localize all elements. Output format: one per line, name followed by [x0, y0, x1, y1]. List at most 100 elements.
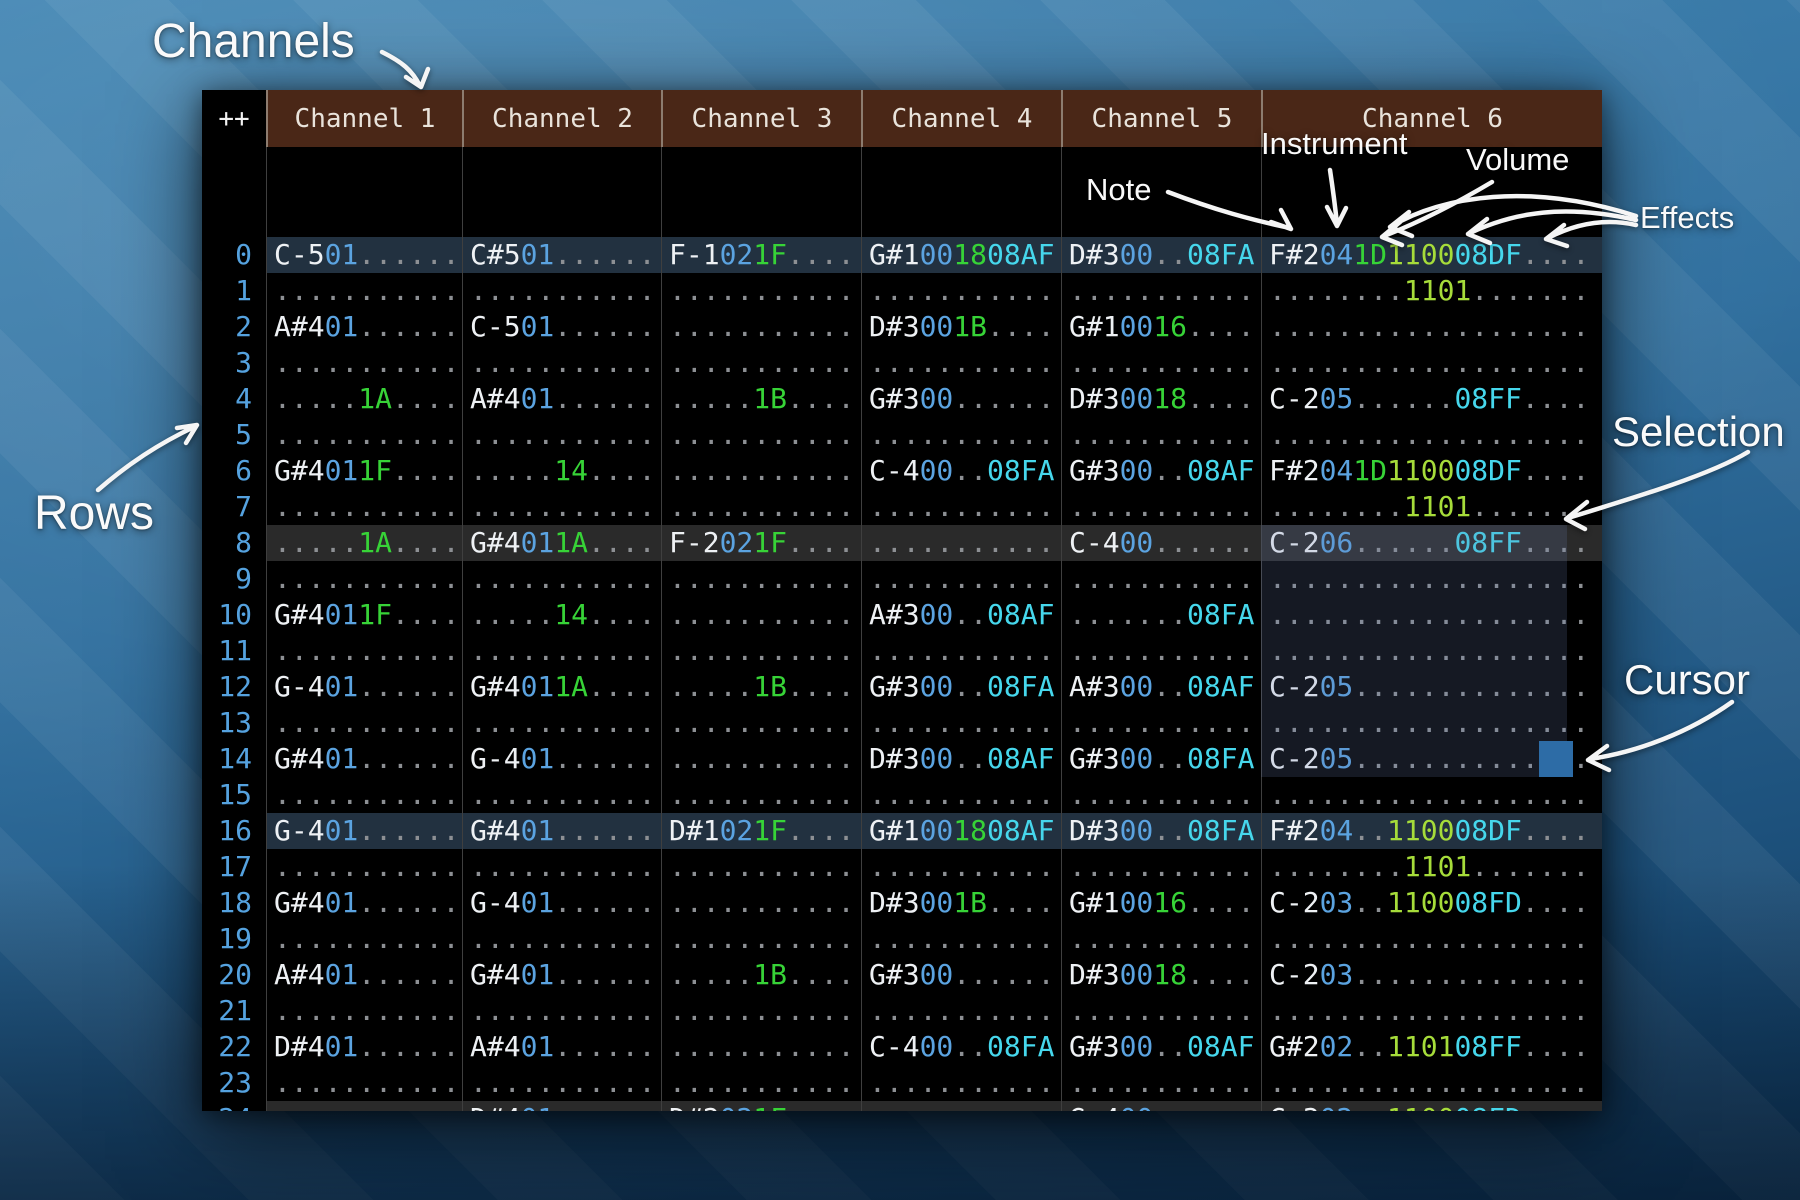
pattern-row[interactable]: 1.......................................… — [202, 273, 1602, 309]
pattern-cell-ch3[interactable]: .....1B.... — [661, 381, 861, 417]
pattern-row[interactable]: 4.....1A....A#401...........1B....G#300.… — [202, 381, 1602, 417]
pattern-cell-ch4[interactable]: G#1001808AF — [861, 237, 1061, 273]
pattern-row[interactable]: 21......................................… — [202, 993, 1602, 1029]
pattern-cell-ch2[interactable]: ........... — [462, 633, 661, 669]
pattern-cell-ch5[interactable]: G#10016.... — [1061, 885, 1261, 921]
channel-header-5[interactable]: Channel 5 — [1061, 90, 1261, 147]
pattern-cell-ch6[interactable]: ................... — [1261, 777, 1602, 813]
pattern-cell-ch5[interactable]: D#300..08FA — [1061, 813, 1261, 849]
pattern-cell-ch2[interactable]: ........... — [462, 417, 661, 453]
pattern-cell-ch3[interactable]: ........... — [661, 561, 861, 597]
pattern-cell-ch1[interactable]: .....1A.... — [266, 381, 462, 417]
pattern-cell-ch1[interactable]: G#401...... — [266, 741, 462, 777]
pattern-cell-ch3[interactable]: ........... — [661, 273, 861, 309]
pattern-cell-ch5[interactable]: ........... — [1061, 777, 1261, 813]
add-channel-button[interactable]: ++ — [202, 90, 266, 147]
pattern-cell-ch1[interactable]: D#401...... — [266, 1029, 462, 1065]
pattern-cell-ch6[interactable]: ................... — [1261, 309, 1602, 345]
pattern-cell-ch6[interactable]: ................... — [1261, 993, 1602, 1029]
pattern-cell-ch4[interactable]: ........... — [861, 345, 1061, 381]
pattern-cell-ch4[interactable]: ........... — [861, 705, 1061, 741]
pattern-cell-ch2[interactable]: G-401...... — [462, 741, 661, 777]
pattern-cell-ch3[interactable]: .....1B.... — [661, 669, 861, 705]
pattern-cell-ch4[interactable]: G#1001808AF — [861, 813, 1061, 849]
pattern-cell-ch6[interactable]: ........1101....... — [1261, 489, 1602, 525]
pattern-cell-ch5[interactable]: .......08FA — [1061, 597, 1261, 633]
pattern-cell-ch3[interactable]: ........... — [661, 849, 861, 885]
pattern-cell-ch1[interactable]: ........... — [266, 633, 462, 669]
pattern-cell-ch2[interactable]: ........... — [462, 777, 661, 813]
channel-header-3[interactable]: Channel 3 — [661, 90, 861, 147]
pattern-cell-ch1[interactable]: ........... — [266, 273, 462, 309]
pattern-cell-ch1[interactable]: G-401...... — [266, 813, 462, 849]
pattern-cell-ch1[interactable]: ........... — [266, 489, 462, 525]
pattern-cell-ch4[interactable]: ........... — [861, 489, 1061, 525]
pattern-cell-ch1[interactable]: A#401...... — [266, 957, 462, 993]
pattern-row[interactable]: 0C-501......C#501......F-1021F....G#1001… — [202, 237, 1602, 273]
pattern-cell-ch6[interactable]: ........1101....... — [1261, 849, 1602, 885]
pattern-cell-ch3[interactable]: ........... — [661, 345, 861, 381]
pattern-cell-ch3[interactable]: ........... — [661, 993, 861, 1029]
pattern-cell-ch6[interactable]: F#2041D110008DF.... — [1261, 453, 1602, 489]
pattern-cell-ch5[interactable]: G#300..08AF — [1061, 1029, 1261, 1065]
pattern-cell-ch4[interactable]: ........... — [861, 777, 1061, 813]
pattern-row[interactable]: 22D#401......A#401.................C-400… — [202, 1029, 1602, 1065]
pattern-cell-ch4[interactable]: ........... — [861, 849, 1061, 885]
pattern-row[interactable]: 6G#4011F.........14...............C-400.… — [202, 453, 1602, 489]
pattern-cell-ch3[interactable]: ........... — [661, 741, 861, 777]
pattern-row[interactable]: 20A#401......G#401...........1B....G#300… — [202, 957, 1602, 993]
pattern-cell-ch5[interactable]: ........... — [1061, 993, 1261, 1029]
pattern-cell-ch4[interactable]: C-400..08FA — [861, 453, 1061, 489]
pattern-cell-ch1[interactable]: ........... — [266, 417, 462, 453]
pattern-cell-ch2[interactable]: G#401...... — [462, 813, 661, 849]
pattern-row[interactable]: 17......................................… — [202, 849, 1602, 885]
pattern-cell-ch4[interactable]: D#3001B.... — [861, 309, 1061, 345]
pattern-cell-ch3[interactable]: F-1021F.... — [661, 237, 861, 273]
pattern-cell-ch1[interactable]: ........... — [266, 345, 462, 381]
pattern-cell-ch1[interactable]: ........... — [266, 1065, 462, 1101]
pattern-cell-ch3[interactable]: .....1B.... — [661, 957, 861, 993]
pattern-cell-ch3[interactable]: ........... — [661, 417, 861, 453]
pattern-cell-ch3[interactable]: ........... — [661, 921, 861, 957]
pattern-cell-ch6[interactable]: C-203..110008FD.... — [1261, 885, 1602, 921]
pattern-cell-ch5[interactable]: ........... — [1061, 705, 1261, 741]
pattern-cell-ch1[interactable]: ........... — [266, 561, 462, 597]
pattern-cell-ch1[interactable]: A#401...... — [266, 309, 462, 345]
pattern-cell-ch6[interactable]: F#2041D110008DF.... — [1261, 237, 1602, 273]
pattern-cell-ch1[interactable]: ........... — [266, 849, 462, 885]
pattern-cell-ch4[interactable]: ........... — [861, 273, 1061, 309]
pattern-cell-ch4[interactable]: G#300..08FA — [861, 669, 1061, 705]
pattern-cell-ch5[interactable]: C-400...... — [1061, 525, 1261, 561]
pattern-cell-ch6[interactable]: ........1101....... — [1261, 273, 1602, 309]
pattern-cell-ch1[interactable]: G#4011F.... — [266, 597, 462, 633]
pattern-cell-ch1[interactable]: G-401...... — [266, 669, 462, 705]
pattern-cell-ch6[interactable]: ................... — [1261, 1065, 1602, 1101]
pattern-cell-ch6[interactable]: ................... — [1261, 345, 1602, 381]
pattern-cell-ch6[interactable]: ................... — [1261, 921, 1602, 957]
pattern-cell-ch6[interactable]: G#202..110108FF.... — [1261, 1029, 1602, 1065]
pattern-cell-ch2[interactable]: G#4011A.... — [462, 525, 661, 561]
pattern-cell-ch3[interactable]: ........... — [661, 453, 861, 489]
pattern-cell-ch4[interactable]: G#300...... — [861, 957, 1061, 993]
pattern-row[interactable]: 16G-401......G#401......D#1021F....G#100… — [202, 813, 1602, 849]
pattern-cell-ch2[interactable]: ........... — [462, 1065, 661, 1101]
pattern-cell-ch1[interactable]: ........... — [266, 705, 462, 741]
pattern-cell-ch5[interactable]: ........... — [1061, 489, 1261, 525]
pattern-cell-ch2[interactable]: G#4011A.... — [462, 669, 661, 705]
pattern-row[interactable]: 18G#401......G-401.................D#300… — [202, 885, 1602, 921]
pattern-cell-ch2[interactable]: ........... — [462, 993, 661, 1029]
pattern-cell-ch3[interactable]: F-2021F.... — [661, 525, 861, 561]
pattern-cell-ch4[interactable]: ........... — [861, 417, 1061, 453]
pattern-cell-ch5[interactable]: ........... — [1061, 561, 1261, 597]
pattern-row[interactable]: 23......................................… — [202, 1065, 1602, 1101]
pattern-cell-ch5[interactable]: ........... — [1061, 633, 1261, 669]
pattern-cell-ch6[interactable]: F#204..110008DF.... — [1261, 813, 1602, 849]
pattern-cell-ch4[interactable]: A#300..08AF — [861, 597, 1061, 633]
pattern-cell-ch4[interactable]: ........... — [861, 525, 1061, 561]
pattern-cell-ch1[interactable]: C-501...... — [266, 237, 462, 273]
pattern-cell-ch4[interactable]: ........... — [861, 561, 1061, 597]
pattern-cell-ch2[interactable]: C#501...... — [462, 237, 661, 273]
pattern-cell-ch5[interactable]: D#30018.... — [1061, 957, 1261, 993]
pattern-cell-ch3[interactable]: ........... — [661, 309, 861, 345]
pattern-cell-ch4[interactable]: ........... — [861, 993, 1061, 1029]
